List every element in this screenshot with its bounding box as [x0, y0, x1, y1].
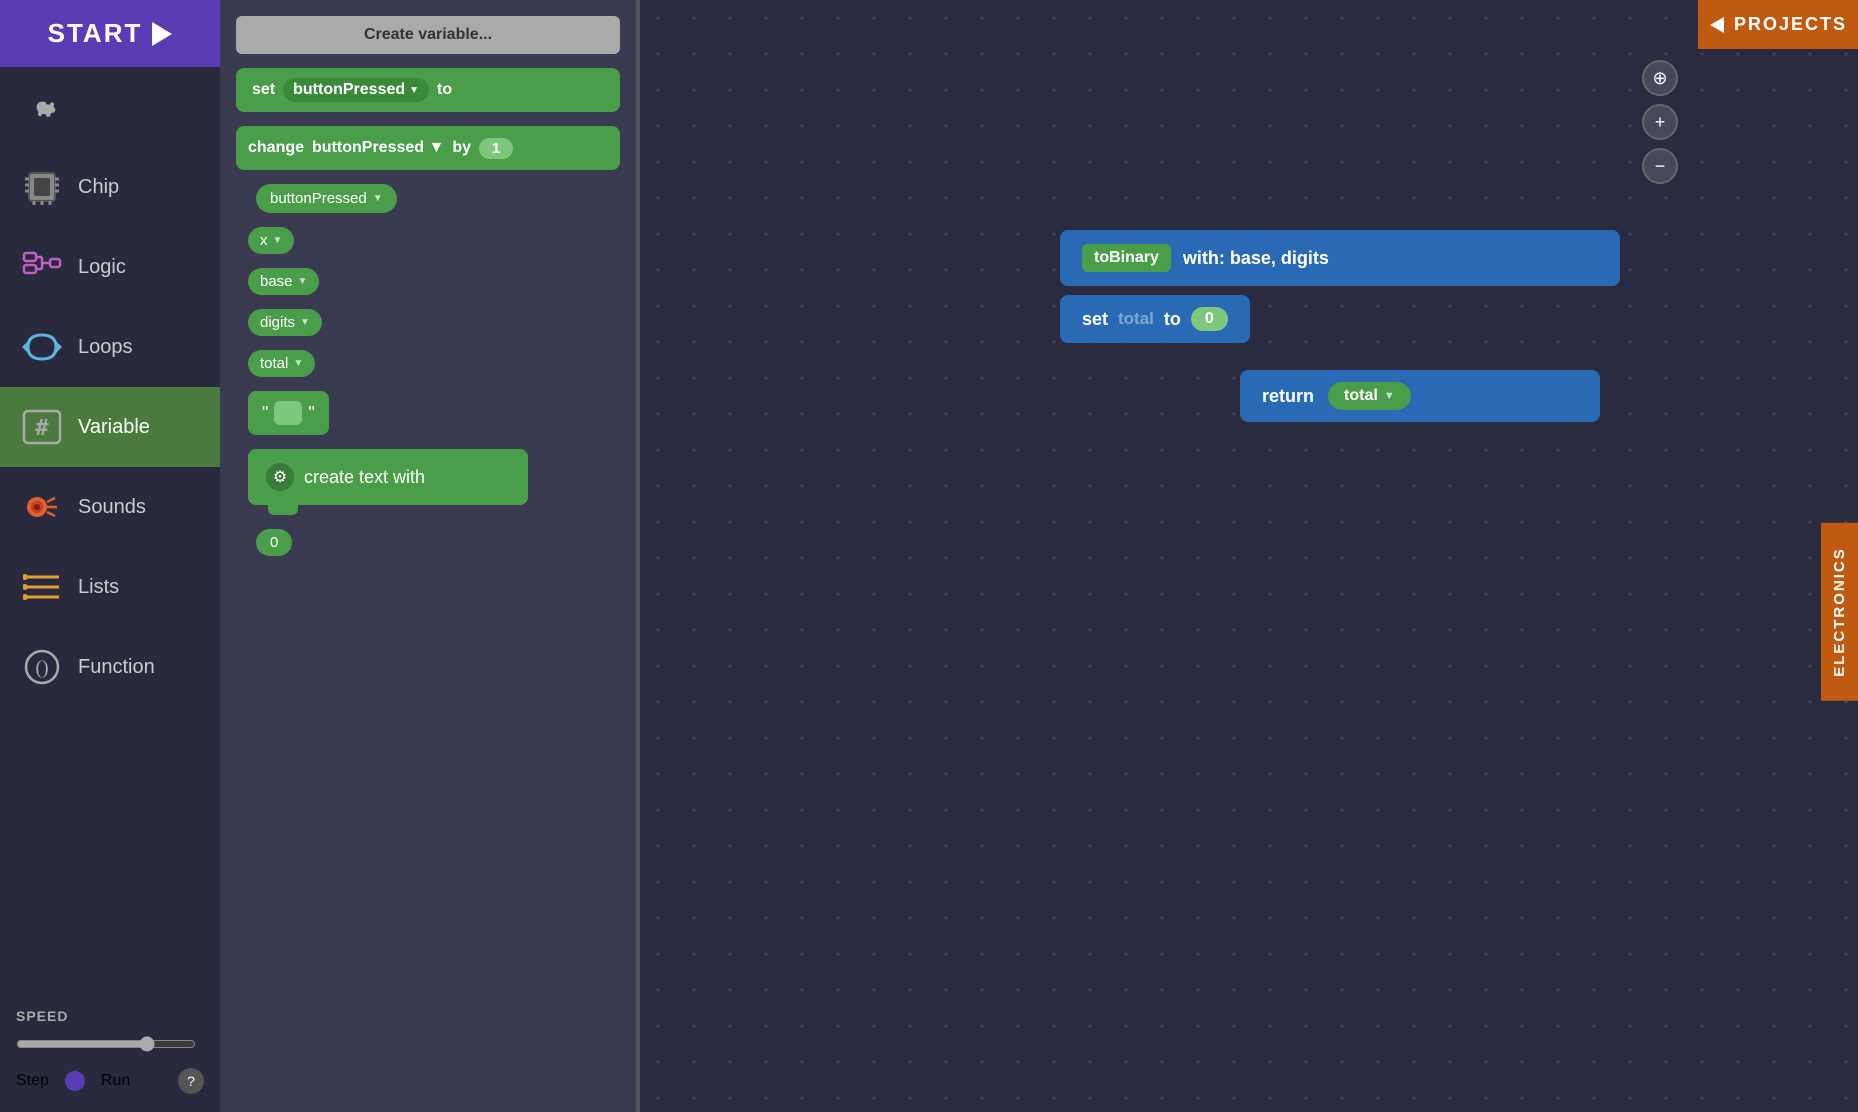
string-inner: [274, 401, 302, 425]
sidebar-item-logic[interactable]: Logic: [0, 227, 220, 307]
set-total-canvas-block[interactable]: set total to 0: [1060, 295, 1250, 343]
create-text-tab: [268, 505, 298, 515]
blocks-panel: Create variable... set buttonPressed ▼ t…: [220, 0, 640, 1112]
gear-icon: [24, 89, 60, 125]
chip-icon: [20, 165, 64, 209]
return-canvas-block[interactable]: return total ▼: [1240, 370, 1600, 422]
chip-label: Chip: [78, 176, 119, 199]
sidebar-item-function[interactable]: () Function: [0, 627, 220, 707]
zero-block[interactable]: 0: [256, 529, 292, 556]
create-text-block[interactable]: ⚙ create text with: [248, 449, 528, 505]
tobinary-block-inner: toBinary with: base, digits: [1060, 230, 1620, 286]
change-var-name: buttonPressed ▼: [312, 139, 444, 157]
variable-icon: #: [20, 405, 64, 449]
logic-icon: [20, 245, 64, 289]
function-icon: (): [20, 645, 64, 689]
sidebar-item-variable[interactable]: # Variable: [0, 387, 220, 467]
start-button[interactable]: START: [0, 0, 220, 67]
logic-label: Logic: [78, 256, 126, 279]
gear-icon-area: [20, 85, 64, 129]
lists-label: Lists: [78, 576, 119, 599]
function-label: Function: [78, 656, 155, 679]
play-icon: [152, 22, 172, 46]
set-keyword: set: [252, 81, 275, 99]
buttonpressed-pill[interactable]: buttonPressed ▼: [256, 184, 397, 213]
sidebar-items: Chip Logic: [0, 67, 220, 996]
projects-label: PROJECTS: [1734, 14, 1847, 35]
return-keyword: return: [1262, 386, 1314, 407]
tobinary-suffix: with: base, digits: [1183, 248, 1329, 269]
svg-text:#: #: [35, 416, 49, 441]
canvas-area[interactable]: PROJECTS ⊕ + − toBinary with: base, digi…: [640, 0, 1858, 1112]
set-total-val: 0: [1191, 307, 1228, 331]
create-text-gear-icon: ⚙: [266, 463, 294, 491]
svg-text:(): (): [35, 657, 48, 679]
sidebar-item-loops[interactable]: Loops: [0, 307, 220, 387]
set-var-name: buttonPressed ▼: [283, 78, 429, 102]
help-button[interactable]: ?: [178, 1068, 204, 1094]
return-inner: return total ▼: [1240, 370, 1600, 422]
total-pill[interactable]: total ▼: [248, 350, 315, 377]
digits-pill[interactable]: digits ▼: [248, 309, 322, 336]
create-variable-label: Create variable...: [364, 26, 492, 43]
sidebar-item-sounds[interactable]: Sounds: [0, 467, 220, 547]
loops-label: Loops: [78, 336, 133, 359]
tobinary-tag: toBinary: [1082, 244, 1171, 272]
x-pill[interactable]: x ▼: [248, 227, 294, 254]
change-block[interactable]: change buttonPressed ▼ by 1: [236, 126, 620, 170]
zoom-in-button[interactable]: +: [1642, 104, 1678, 140]
speed-slider[interactable]: [16, 1036, 196, 1052]
electronics-tab[interactable]: ELECTRONICS: [1821, 523, 1858, 701]
chip-svg: [21, 169, 63, 205]
speed-section: SPEED: [0, 996, 220, 1032]
step-dot[interactable]: [65, 1071, 85, 1091]
string-block[interactable]: " ": [248, 391, 329, 435]
create-text-label: create text with: [304, 467, 425, 488]
step-run-row: Step Run ?: [0, 1062, 220, 1112]
sidebar-item-chip[interactable]: Chip: [0, 147, 220, 227]
run-label: Run: [101, 1072, 130, 1090]
set-block[interactable]: set buttonPressed ▼ to: [236, 68, 620, 112]
target-button[interactable]: ⊕: [1642, 60, 1678, 96]
variable-label: Variable: [78, 416, 150, 439]
sounds-icon: [20, 485, 64, 529]
create-variable-button[interactable]: Create variable...: [236, 16, 620, 54]
sounds-label: Sounds: [78, 496, 146, 519]
change-num: 1: [479, 138, 513, 159]
projects-tab[interactable]: PROJECTS: [1698, 0, 1858, 49]
zoom-out-button[interactable]: −: [1642, 148, 1678, 184]
step-label: Step: [16, 1072, 49, 1090]
tobinary-canvas-block[interactable]: toBinary with: base, digits: [1060, 230, 1620, 286]
start-label: START: [48, 18, 143, 49]
sidebar: START: [0, 0, 220, 1112]
projects-arrow-icon: [1710, 17, 1724, 33]
speed-slider-row: [0, 1032, 220, 1062]
set-total-var: total: [1118, 309, 1154, 329]
return-var: total ▼: [1328, 382, 1411, 410]
sidebar-item-lists[interactable]: Lists: [0, 547, 220, 627]
base-pill[interactable]: base ▼: [248, 268, 319, 295]
canvas-controls: ⊕ + −: [1642, 60, 1678, 184]
lists-icon: [20, 565, 64, 609]
sidebar-item-settings[interactable]: [0, 67, 220, 147]
loops-icon: [20, 325, 64, 369]
speed-label: SPEED: [16, 1008, 68, 1024]
set-total-inner: set total to 0: [1060, 295, 1250, 343]
